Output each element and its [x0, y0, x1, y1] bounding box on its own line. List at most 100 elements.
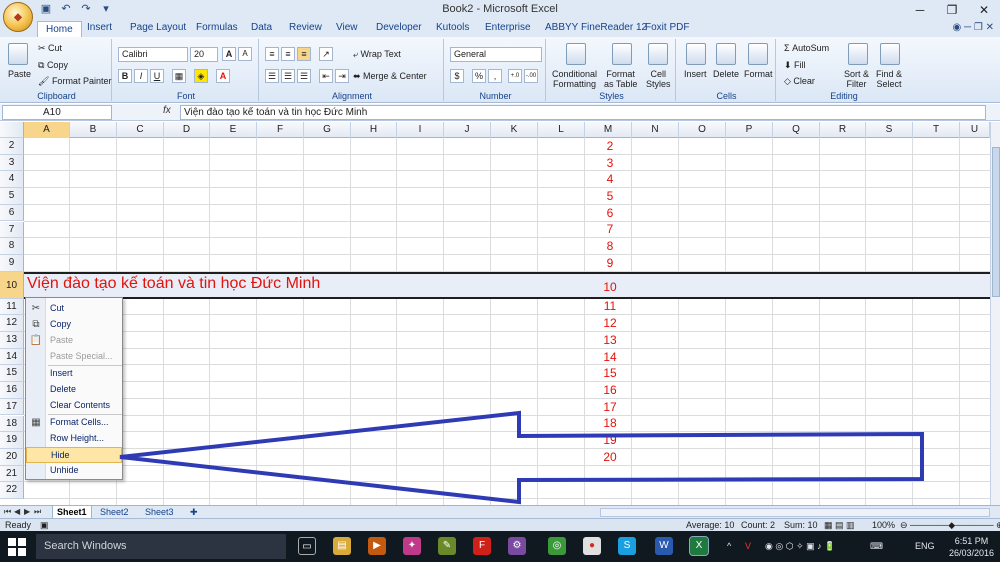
- tab-data[interactable]: Data: [251, 22, 272, 33]
- tab-view[interactable]: View: [336, 22, 358, 33]
- column-header-e[interactable]: E: [210, 122, 257, 138]
- row-header-3[interactable]: 3: [0, 154, 24, 172]
- chrome-icon[interactable]: ●: [583, 537, 601, 555]
- tab-kutools[interactable]: Kutools: [436, 22, 469, 33]
- row-header-4[interactable]: 4: [0, 171, 24, 189]
- sheet-tab-3[interactable]: Sheet3: [141, 506, 178, 518]
- cell-m19[interactable]: 19: [587, 433, 633, 448]
- number-format-select[interactable]: General: [450, 47, 542, 62]
- menu-item-unhide[interactable]: Unhide: [26, 463, 122, 479]
- taskbar-search[interactable]: Search Windows: [36, 534, 286, 559]
- tray-icon-v[interactable]: V: [745, 541, 751, 551]
- minimize-button[interactable]: ─: [904, 0, 936, 20]
- word-icon[interactable]: W: [655, 537, 673, 555]
- help-icon[interactable]: ◉ ─ ❐ ✕: [953, 22, 995, 33]
- insert-sheet-icon[interactable]: ✚: [186, 506, 202, 518]
- column-header-k[interactable]: K: [491, 122, 538, 138]
- row-header-13[interactable]: 13: [0, 332, 24, 349]
- fill-button[interactable]: ⬇ Fill: [784, 60, 806, 71]
- sort-filter-button[interactable]: Sort & Filter: [844, 69, 869, 89]
- column-header-u[interactable]: U: [960, 122, 990, 138]
- tab-foxit[interactable]: Foxit PDF: [645, 22, 689, 33]
- menu-item-clear-contents[interactable]: Clear Contents: [26, 398, 122, 414]
- percent-button[interactable]: %: [472, 69, 486, 83]
- windows-start-icon[interactable]: [8, 538, 26, 556]
- menu-item-cut[interactable]: ✂ Cut: [26, 301, 122, 317]
- bold-button[interactable]: B: [118, 69, 132, 83]
- align-middle-icon[interactable]: ≡: [281, 47, 295, 61]
- tab-page-layout[interactable]: Page Layout: [130, 22, 186, 33]
- column-header-r[interactable]: R: [820, 122, 866, 138]
- tab-review[interactable]: Review: [289, 22, 322, 33]
- delete-cells-icon[interactable]: [716, 43, 736, 65]
- tab-enterprise[interactable]: Enterprise: [485, 22, 531, 33]
- cell-styles-button[interactable]: Cell Styles: [646, 69, 671, 89]
- format-as-table-icon[interactable]: [612, 43, 632, 65]
- column-header-o[interactable]: O: [679, 122, 726, 138]
- cell-m18[interactable]: 18: [587, 416, 633, 431]
- cell-m8[interactable]: 8: [587, 239, 633, 254]
- menu-item-row-height[interactable]: Row Height...: [26, 431, 122, 447]
- keyboard-icon[interactable]: ⌨: [870, 541, 883, 552]
- shrink-font-button[interactable]: A: [238, 47, 252, 61]
- formula-input[interactable]: Viện đào tạo kế toán và tin học Đức Minh: [180, 105, 986, 120]
- cell-m6[interactable]: 6: [587, 206, 633, 221]
- task-view-icon[interactable]: ▭: [298, 537, 316, 555]
- prev-sheet-icon[interactable]: ◀: [14, 507, 20, 516]
- column-header-h[interactable]: H: [351, 122, 397, 138]
- decrease-indent-icon[interactable]: ⇤: [319, 69, 333, 83]
- row-header-18[interactable]: 18: [0, 415, 24, 433]
- grow-font-button[interactable]: A: [222, 47, 236, 61]
- cell-m12[interactable]: 12: [587, 316, 633, 331]
- app-icon-2[interactable]: ✎: [438, 537, 456, 555]
- column-header-p[interactable]: P: [726, 122, 773, 138]
- select-all-corner[interactable]: [0, 122, 24, 138]
- next-sheet-icon[interactable]: ▶: [24, 507, 30, 516]
- menu-item-hide[interactable]: Hide: [26, 447, 122, 463]
- orientation-icon[interactable]: ↗: [319, 47, 333, 61]
- column-header-j[interactable]: J: [444, 122, 491, 138]
- borders-icon[interactable]: ▦: [172, 69, 186, 83]
- find-select-button[interactable]: Find & Select: [876, 69, 902, 89]
- menu-item-paste[interactable]: 📋 Paste: [26, 333, 122, 349]
- cut-button[interactable]: ✂ Cut: [38, 43, 62, 54]
- column-header-f[interactable]: F: [257, 122, 304, 138]
- row-header-20[interactable]: 20: [0, 448, 24, 466]
- cell-m9[interactable]: 9: [587, 256, 633, 271]
- column-header-c[interactable]: C: [117, 122, 164, 138]
- first-sheet-icon[interactable]: ⏮: [4, 507, 11, 517]
- menu-item-delete[interactable]: Delete: [26, 382, 122, 398]
- insert-cells-button[interactable]: Insert: [684, 69, 707, 79]
- tab-home[interactable]: Home: [37, 21, 82, 37]
- align-bottom-icon[interactable]: ≡: [297, 47, 311, 61]
- horizontal-scrollbar[interactable]: [600, 508, 990, 517]
- selected-row-10[interactable]: Viện đào tạo kế toán và tin học Đức Minh: [24, 271, 990, 299]
- tab-formulas[interactable]: Formulas: [196, 22, 238, 33]
- align-top-icon[interactable]: ≡: [265, 47, 279, 61]
- row-header-12[interactable]: 12: [0, 315, 24, 332]
- fill-color-icon[interactable]: ◈: [194, 69, 208, 83]
- zoom-level[interactable]: 100%: [872, 520, 895, 530]
- underline-button[interactable]: U: [150, 69, 164, 83]
- conditional-formatting-button[interactable]: Conditional Formatting: [552, 69, 597, 89]
- cell-m14[interactable]: 14: [587, 350, 633, 365]
- align-left-icon[interactable]: ☰: [265, 69, 279, 83]
- column-header-a[interactable]: A: [24, 122, 70, 138]
- cell-m3[interactable]: 3: [587, 156, 633, 171]
- row-header-15[interactable]: 15: [0, 365, 24, 383]
- wrap-text-button[interactable]: ⤶ Wrap Text: [353, 49, 401, 60]
- row-header-21[interactable]: 21: [0, 465, 24, 483]
- comma-button[interactable]: ,: [488, 69, 502, 83]
- row-header-17[interactable]: 17: [0, 398, 24, 416]
- foxit-icon[interactable]: F: [473, 537, 491, 555]
- font-color-button[interactable]: A: [216, 69, 230, 83]
- cell-m17[interactable]: 17: [587, 400, 633, 415]
- align-center-icon[interactable]: ☰: [281, 69, 295, 83]
- restore-button[interactable]: ❐: [936, 0, 968, 20]
- language-indicator[interactable]: ENG: [915, 541, 935, 551]
- row-header-6[interactable]: 6: [0, 204, 24, 222]
- clock[interactable]: 6:51 PM 26/03/2016: [949, 535, 994, 559]
- sheet-tab-1[interactable]: Sheet1: [52, 506, 92, 518]
- sort-filter-icon[interactable]: [848, 43, 868, 65]
- vertical-scrollbar[interactable]: [990, 122, 1000, 505]
